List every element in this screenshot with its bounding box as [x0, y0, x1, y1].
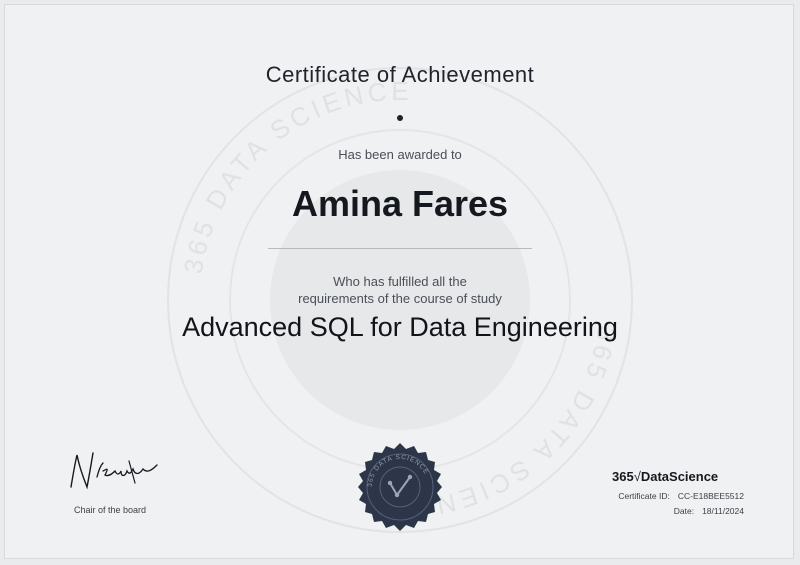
divider-dot: [397, 115, 403, 121]
certificate-title: Certificate of Achievement: [265, 62, 535, 87]
certificate-id-row: Certificate ID: CC-E18BEE5512: [560, 491, 744, 501]
fulfilled-line-2: requirements of the course of study: [298, 291, 502, 306]
fulfilled-line-1: Who has fulfilled all the: [333, 274, 467, 289]
certificate-id-label: Certificate ID:: [618, 491, 670, 501]
name-underline: [268, 248, 532, 249]
brand-sqrt-icon: √: [633, 469, 641, 484]
brand-name: DataScience: [640, 469, 719, 484]
certificate-id-value: CC-E18BEE5512: [677, 491, 744, 501]
seal-emblem: 365 DATA SCIENCE: [358, 443, 442, 531]
signature-image: [70, 452, 158, 490]
date-row: Date: 18/11/2024: [560, 506, 744, 516]
brand-logo: 365√DataScience: [612, 469, 752, 484]
course-name: Advanced SQL for Data Engineering: [182, 312, 618, 342]
awarded-label: Has been awarded to: [338, 147, 462, 162]
recipient-name: Amina Fares: [291, 183, 509, 224]
date-label: Date:: [673, 506, 695, 516]
brand-prefix: 365: [612, 469, 634, 484]
date-value: 18/11/2024: [702, 506, 744, 516]
fulfilled-text: Who has fulfilled all the requirements o…: [0, 273, 800, 307]
signature-caption: Chair of the board: [73, 505, 147, 515]
